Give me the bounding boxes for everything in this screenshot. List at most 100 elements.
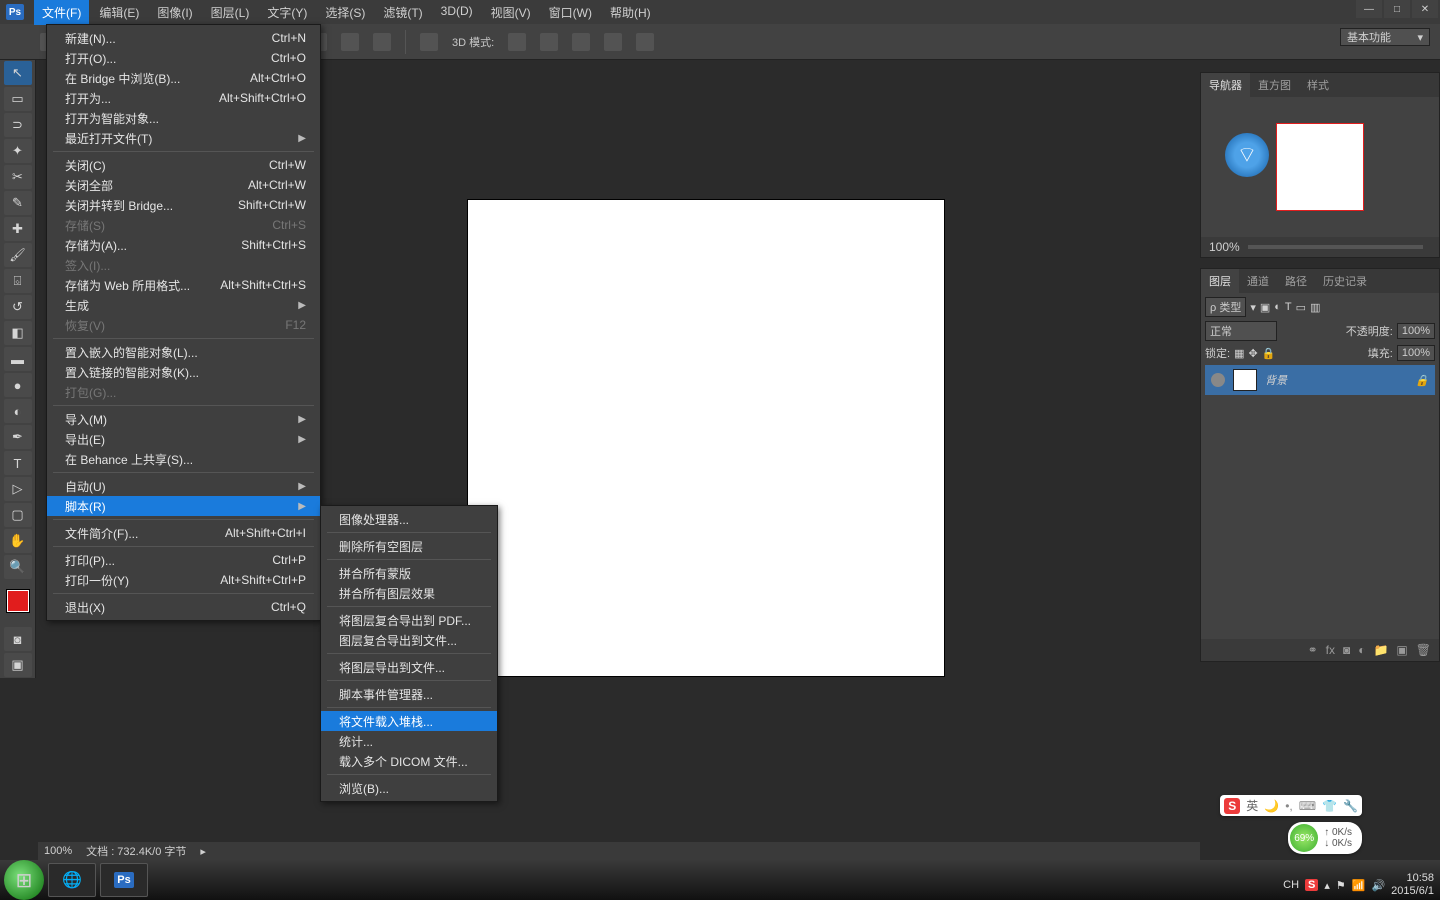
shape-tool[interactable]: ▢: [4, 503, 32, 527]
menu-4[interactable]: 文字(Y): [259, 0, 315, 25]
layer-fx-icon[interactable]: fx: [1326, 643, 1335, 657]
tab-styles[interactable]: 样式: [1299, 73, 1337, 97]
menu-item[interactable]: 新建(N)...Ctrl+N: [47, 28, 320, 48]
clone-stamp-tool[interactable]: ⌺: [4, 269, 32, 293]
blend-mode-select[interactable]: 正常: [1205, 321, 1277, 341]
menu-8[interactable]: 视图(V): [483, 0, 539, 25]
chevron-right-icon[interactable]: ▸: [200, 845, 206, 858]
speed-monitor-widget[interactable]: 69% ↑ 0K/s ↓ 0K/s: [1288, 822, 1362, 854]
link-layers-icon[interactable]: ⚭: [1308, 643, 1318, 657]
distribute-icon[interactable]: [373, 33, 391, 51]
menu-item[interactable]: 置入嵌入的智能对象(L)...: [47, 342, 320, 362]
adjustment-layer-icon[interactable]: ◐: [1358, 643, 1365, 657]
network-icon[interactable]: 📶: [1352, 879, 1366, 892]
menu-item[interactable]: 图层复合导出到文件...: [321, 630, 497, 650]
menu-5[interactable]: 选择(S): [317, 0, 373, 25]
menu-0[interactable]: 文件(F): [34, 0, 89, 25]
path-select-tool[interactable]: ▷: [4, 477, 32, 501]
new-layer-icon[interactable]: ▣: [1396, 643, 1407, 657]
fill-value[interactable]: 100%: [1397, 345, 1435, 361]
menu-item[interactable]: 关闭全部Alt+Ctrl+W: [47, 175, 320, 195]
maximize-button[interactable]: □: [1384, 0, 1410, 18]
eraser-tool[interactable]: ◧: [4, 321, 32, 345]
keyboard-icon[interactable]: ⌨: [1299, 799, 1316, 813]
volume-icon[interactable]: 🔊: [1371, 879, 1385, 892]
action-center-icon[interactable]: ⚑: [1336, 879, 1346, 892]
menu-item[interactable]: 自动(U)▶: [47, 476, 320, 496]
menu-item[interactable]: 图像处理器...: [321, 509, 497, 529]
menu-item[interactable]: 退出(X)Ctrl+Q: [47, 597, 320, 617]
menu-item[interactable]: 打开为智能对象...: [47, 108, 320, 128]
menu-9[interactable]: 窗口(W): [541, 0, 600, 25]
screen-mode-tool[interactable]: ▣: [4, 653, 32, 677]
eyedropper-tool[interactable]: ✎: [4, 191, 32, 215]
history-brush-tool[interactable]: ↺: [4, 295, 32, 319]
foreground-color[interactable]: [7, 590, 29, 612]
tab-history[interactable]: 历史记录: [1315, 269, 1375, 293]
tab-layers[interactable]: 图层: [1201, 269, 1239, 293]
start-button[interactable]: ⊞: [4, 860, 44, 900]
menu-item[interactable]: 浏览(B)...: [321, 778, 497, 798]
menu-item[interactable]: 打印一份(Y)Alt+Shift+Ctrl+P: [47, 570, 320, 590]
close-button[interactable]: ✕: [1412, 0, 1438, 18]
filter-text-icon[interactable]: T: [1285, 301, 1292, 313]
hand-tool[interactable]: ✋: [4, 529, 32, 553]
menu-item[interactable]: 在 Bridge 中浏览(B)...Alt+Ctrl+O: [47, 68, 320, 88]
tab-paths[interactable]: 路径: [1277, 269, 1315, 293]
filter-adjust-icon[interactable]: ◐: [1274, 301, 1281, 313]
tab-navigator[interactable]: 导航器: [1201, 73, 1250, 97]
menu-item[interactable]: 关闭并转到 Bridge...Shift+Ctrl+W: [47, 195, 320, 215]
menu-item[interactable]: 脚本事件管理器...: [321, 684, 497, 704]
menu-item[interactable]: 置入链接的智能对象(K)...: [47, 362, 320, 382]
quick-mask-tool[interactable]: ◙: [4, 627, 32, 651]
lock-position-icon[interactable]: ✥: [1248, 347, 1257, 360]
menu-item[interactable]: 在 Behance 上共享(S)...: [47, 449, 320, 469]
sogou-tray-icon[interactable]: S: [1305, 879, 1318, 891]
healing-brush-tool[interactable]: ✚: [4, 217, 32, 241]
tab-histogram[interactable]: 直方图: [1250, 73, 1299, 97]
menu-item[interactable]: 打印(P)...Ctrl+P: [47, 550, 320, 570]
layer-mask-icon[interactable]: ◙: [1343, 643, 1350, 657]
menu-item[interactable]: 拼合所有图层效果: [321, 583, 497, 603]
tray-chevron-icon[interactable]: ▴: [1324, 879, 1330, 892]
delete-layer-icon[interactable]: 🗑: [1416, 643, 1431, 657]
pen-tool[interactable]: ✒: [4, 425, 32, 449]
layer-row-background[interactable]: 背景 🔒: [1205, 365, 1435, 395]
navigator-thumbnail[interactable]: [1276, 123, 1364, 211]
menu-item[interactable]: 导入(M)▶: [47, 409, 320, 429]
filter-image-icon[interactable]: ▣: [1260, 301, 1270, 314]
person-icon[interactable]: 👕: [1322, 799, 1337, 813]
lasso-tool[interactable]: ⊃: [4, 113, 32, 137]
type-tool[interactable]: T: [4, 451, 32, 475]
menu-3[interactable]: 图层(L): [203, 0, 258, 25]
menu-item[interactable]: 打开(O)...Ctrl+O: [47, 48, 320, 68]
3d-icon[interactable]: [604, 33, 622, 51]
layer-filter[interactable]: ρ 类型: [1205, 297, 1246, 317]
menu-item[interactable]: 将文件载入堆栈...: [321, 711, 497, 731]
filter-shape-icon[interactable]: ▭: [1296, 301, 1306, 314]
marquee-tool[interactable]: ▭: [4, 87, 32, 111]
lock-pixels-icon[interactable]: ▦: [1234, 347, 1244, 360]
ime-indicator[interactable]: CH: [1283, 879, 1299, 891]
dodge-tool[interactable]: ◐: [4, 399, 32, 423]
brush-tool[interactable]: 🖌: [4, 243, 32, 267]
moon-icon[interactable]: 🌙: [1264, 799, 1279, 813]
menu-10[interactable]: 帮助(H): [602, 0, 659, 25]
menu-item[interactable]: 脚本(R)▶: [47, 496, 320, 516]
group-icon[interactable]: 📁: [1373, 643, 1388, 657]
menu-6[interactable]: 滤镜(T): [375, 0, 430, 25]
menu-item[interactable]: 导出(E)▶: [47, 429, 320, 449]
magic-wand-tool[interactable]: ✦: [4, 139, 32, 163]
blur-tool[interactable]: ●: [4, 373, 32, 397]
menu-7[interactable]: 3D(D): [433, 0, 481, 25]
status-zoom[interactable]: 100%: [44, 845, 72, 857]
visibility-icon[interactable]: [1211, 373, 1225, 387]
menu-item[interactable]: 文件简介(F)...Alt+Shift+Ctrl+I: [47, 523, 320, 543]
menu-1[interactable]: 编辑(E): [91, 0, 147, 25]
auto-align-icon[interactable]: [420, 33, 438, 51]
menu-item[interactable]: 将图层导出到文件...: [321, 657, 497, 677]
menu-item[interactable]: 打开为...Alt+Shift+Ctrl+O: [47, 88, 320, 108]
filter-smart-icon[interactable]: ▥: [1310, 301, 1320, 314]
tray-clock[interactable]: 10:58 2015/6/1: [1391, 872, 1434, 898]
3d-icon[interactable]: [572, 33, 590, 51]
